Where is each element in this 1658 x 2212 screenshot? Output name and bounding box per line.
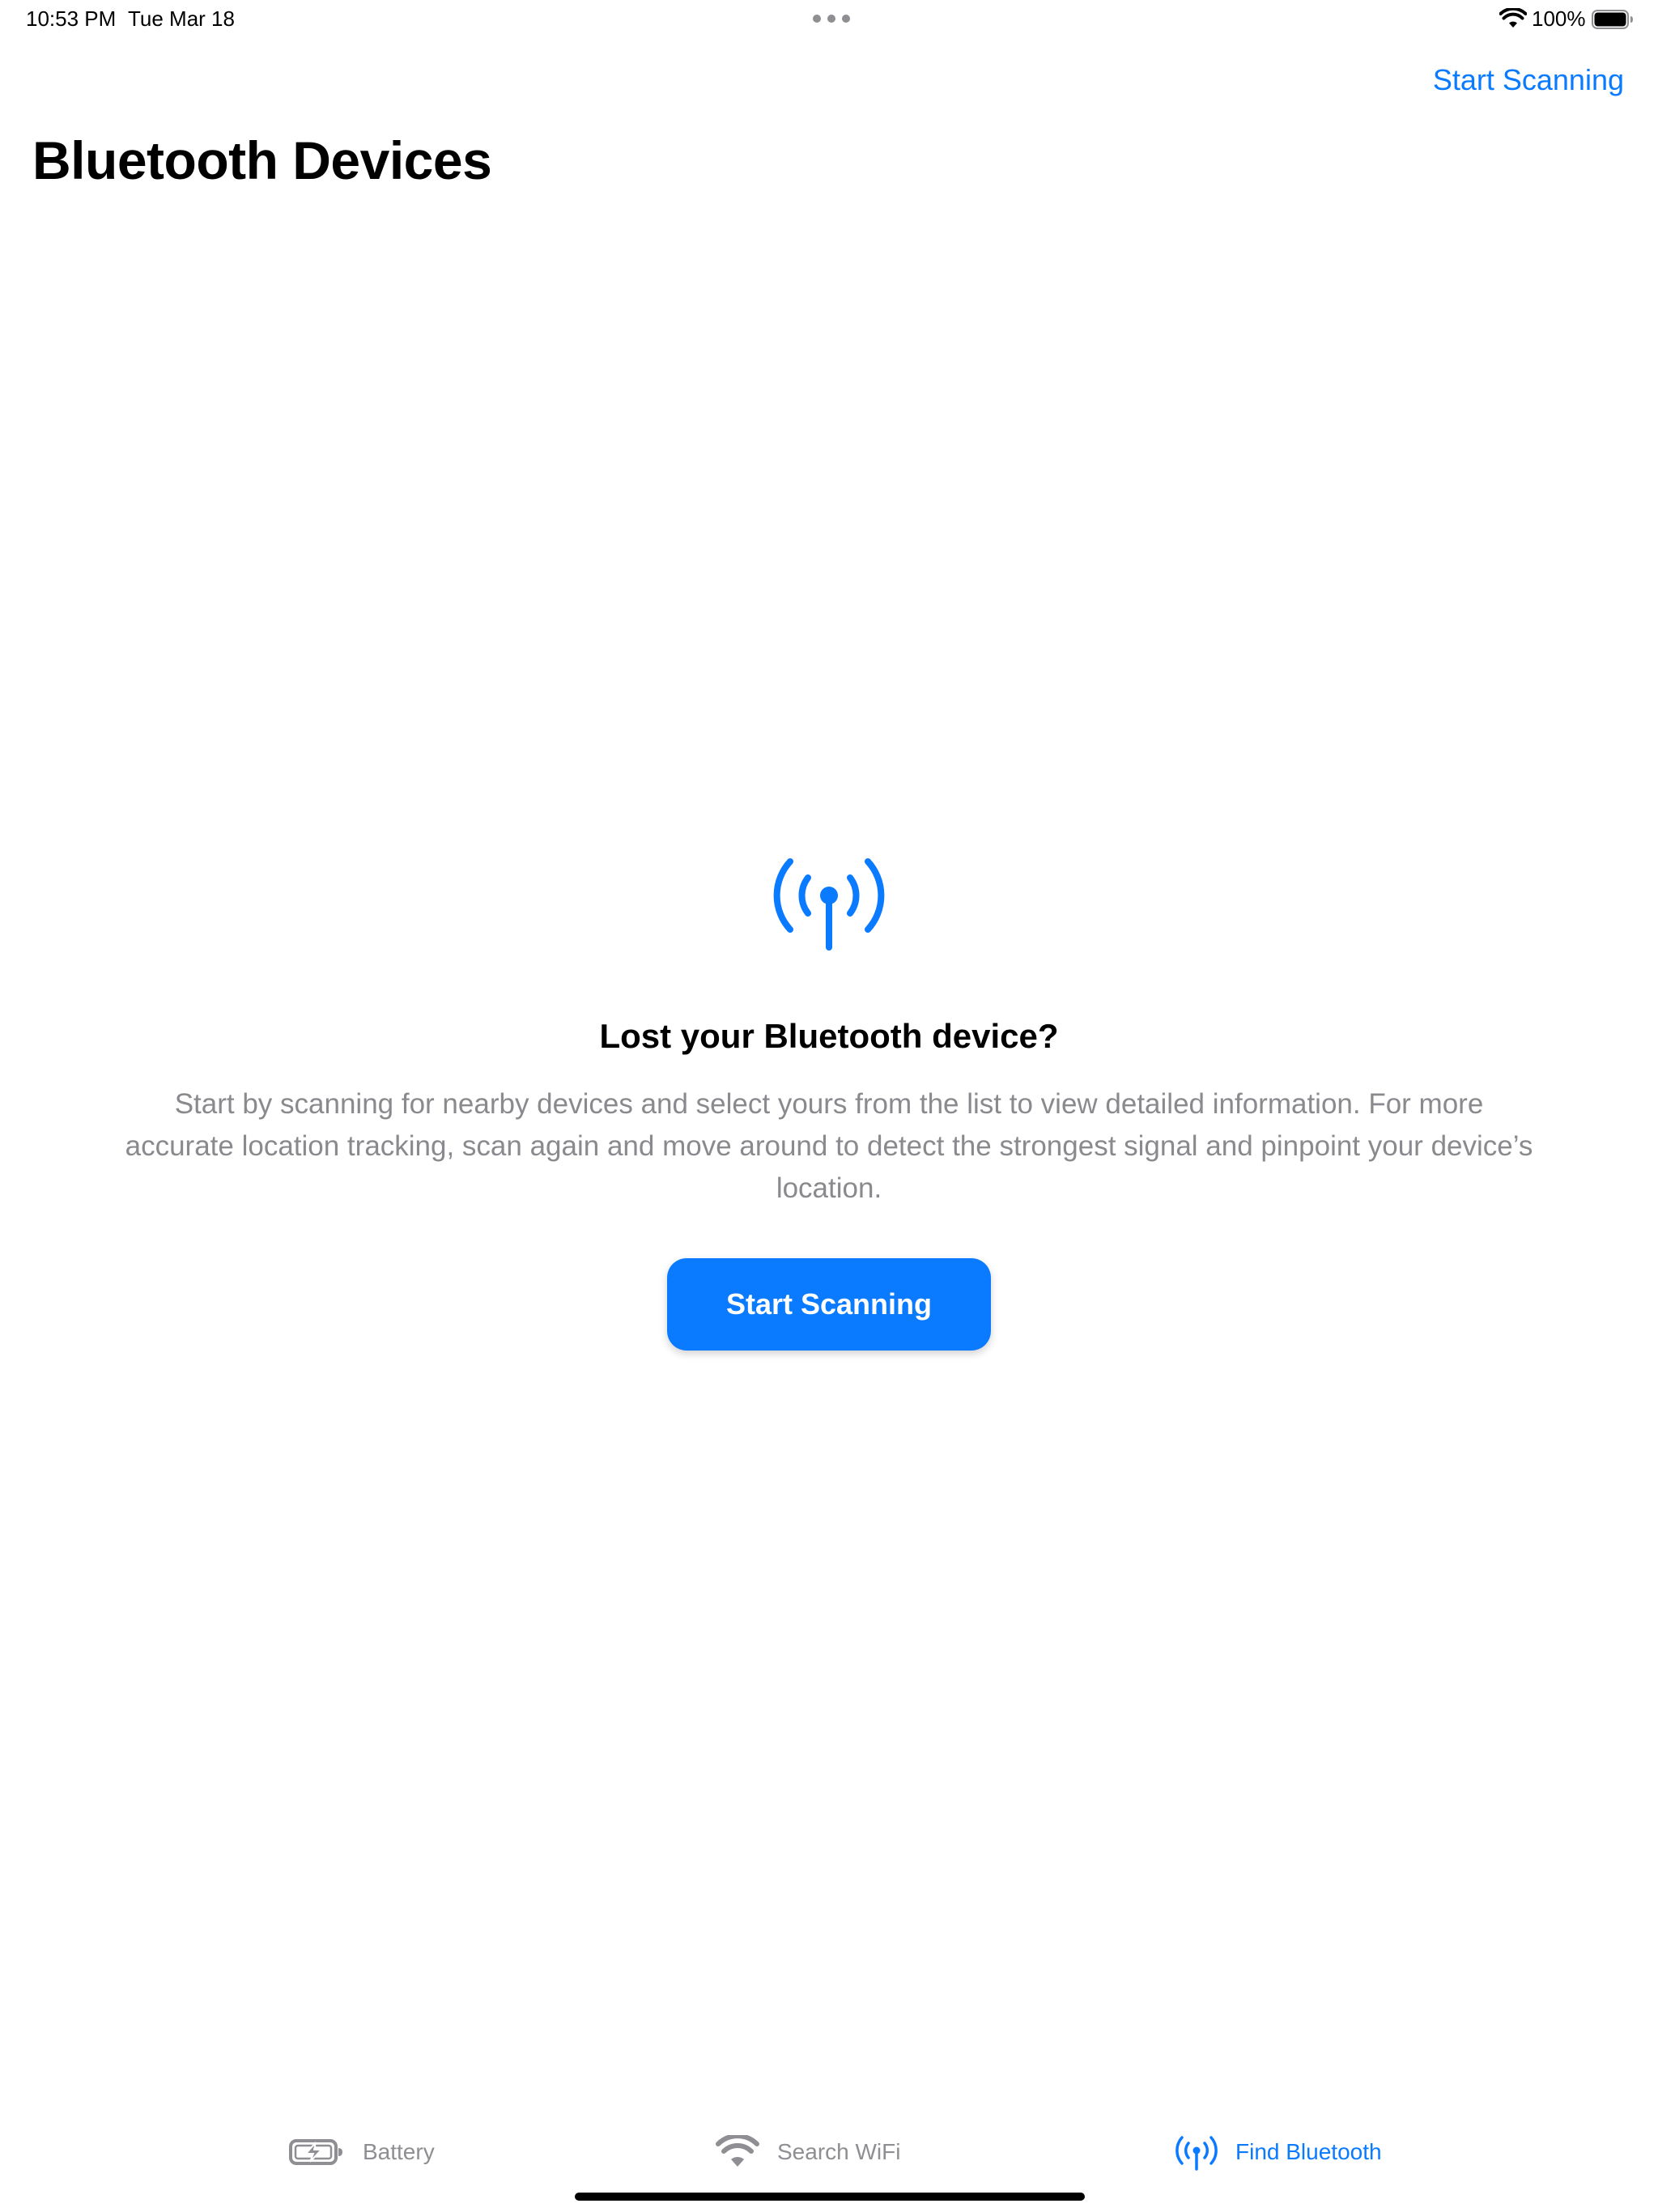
tab-bar: Battery Search WiFi Find Bluetooth — [0, 2121, 1658, 2183]
tab-battery-label: Battery — [363, 2139, 435, 2164]
empty-state: Lost your Bluetooth device? Start by sca… — [0, 850, 1658, 1351]
empty-state-description: Start by scanning for nearby devices and… — [125, 1088, 1533, 1204]
battery-status-icon — [1592, 10, 1633, 29]
multitasking-dots-icon[interactable] — [813, 15, 850, 23]
tab-find-bluetooth[interactable]: Find Bluetooth — [1175, 2121, 1382, 2183]
start-scanning-button[interactable]: Start Scanning — [667, 1258, 991, 1351]
tab-find-bluetooth-label: Find Bluetooth — [1235, 2139, 1382, 2164]
wifi-icon — [716, 2135, 759, 2167]
status-bar: 10:53 PM Tue Mar 18 100% — [0, 0, 1658, 39]
antenna-radiowaves-icon — [773, 858, 885, 951]
start-scanning-nav-button[interactable]: Start Scanning — [1433, 63, 1624, 97]
wifi-status-icon — [1499, 8, 1527, 28]
status-time: 10:53 PM — [26, 6, 117, 31]
battery-charging-icon — [289, 2139, 342, 2165]
antenna-radiowaves-icon — [1175, 2136, 1218, 2171]
page-title: Bluetooth Devices — [32, 130, 492, 190]
empty-state-title: Lost your Bluetooth device? — [599, 1017, 1059, 1055]
tab-battery[interactable]: Battery — [288, 2121, 435, 2183]
app-screen: 10:53 PM Tue Mar 18 100% Start Scanning … — [0, 0, 1658, 2212]
home-indicator[interactable] — [575, 2193, 1085, 2201]
battery-percent: 100% — [1532, 6, 1586, 31]
tab-search-wifi-label: Search WiFi — [777, 2139, 901, 2164]
status-date: Tue Mar 18 — [128, 6, 235, 31]
tab-search-wifi[interactable]: Search WiFi — [716, 2121, 900, 2183]
